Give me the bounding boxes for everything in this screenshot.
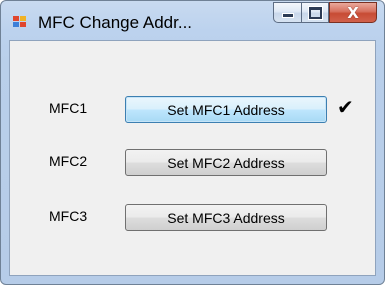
set-mfc1-address-button[interactable]: Set MFC1 Address — [125, 96, 327, 123]
set-mfc3-address-button[interactable]: Set MFC3 Address — [125, 204, 327, 231]
maximize-icon — [307, 5, 323, 20]
mfc2-label: MFC2 — [49, 153, 88, 169]
close-button[interactable]: X — [329, 2, 377, 23]
minimize-button[interactable] — [273, 2, 301, 23]
minimize-icon — [281, 13, 294, 18]
set-mfc2-address-button[interactable]: Set MFC2 Address — [125, 149, 327, 176]
checkmark-icon: ✔ — [337, 95, 354, 119]
app-icon[interactable] — [13, 16, 29, 30]
app-window: MFC Change Addr... X MFC1 Set MFC1 Addre… — [0, 0, 385, 285]
close-icon: X — [347, 3, 359, 22]
form-client-area: MFC1 Set MFC1 Address ✔ MFC2 Set MFC2 Ad… — [9, 40, 376, 276]
window-title: MFC Change Addr... — [38, 13, 193, 32]
mfc3-label: MFC3 — [49, 208, 88, 224]
mfc1-label: MFC1 — [49, 100, 88, 116]
window-controls: X — [273, 2, 377, 24]
title-bar[interactable]: MFC Change Addr... X — [1, 1, 384, 41]
maximize-button[interactable] — [301, 2, 329, 23]
